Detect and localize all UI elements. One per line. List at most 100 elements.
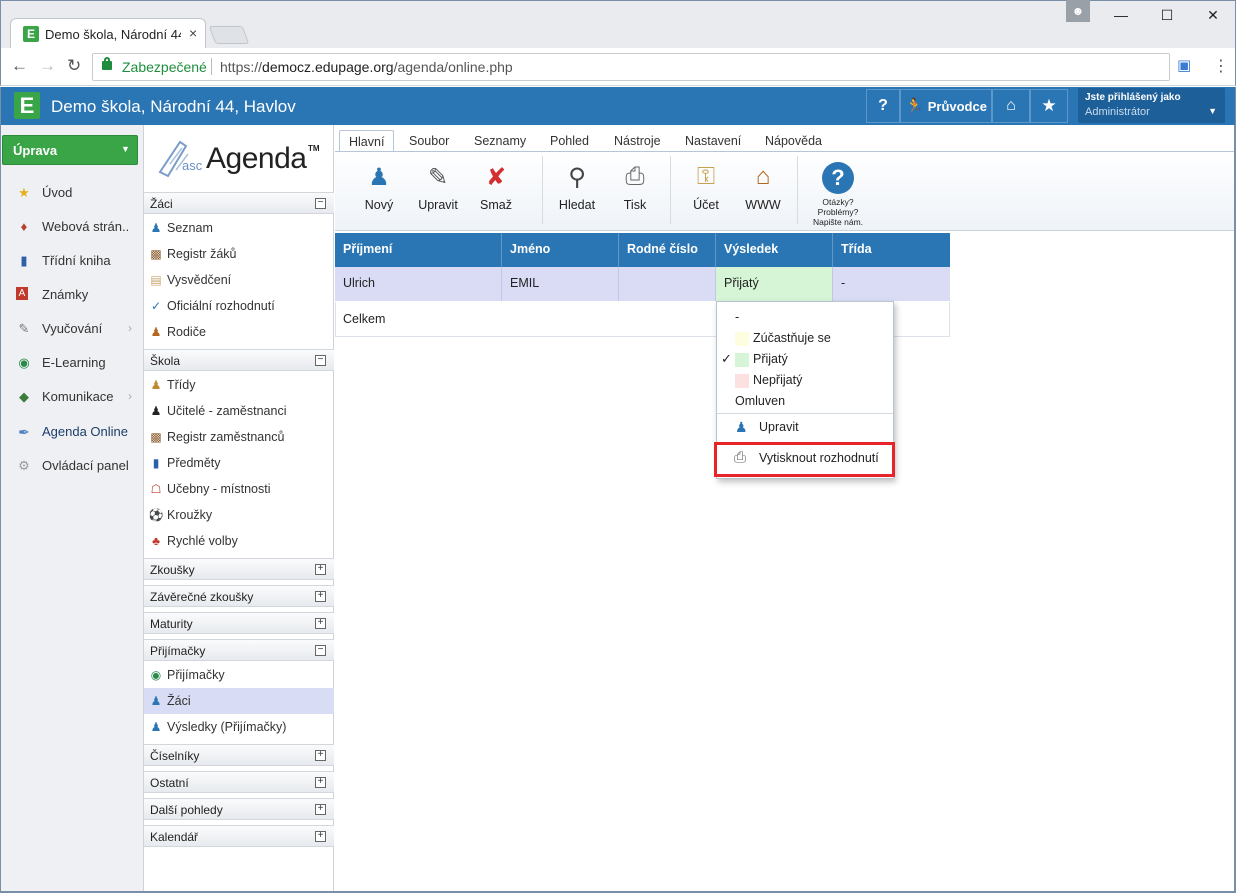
smaz-button[interactable]: ✘ Smaž: [477, 158, 515, 226]
section-kalendar[interactable]: Kalendář +: [144, 825, 334, 847]
close-window-icon[interactable]: ✕: [1190, 0, 1236, 30]
ribbon-separator: [797, 156, 798, 224]
nav-item-znamky[interactable]: A Známky: [0, 278, 142, 312]
sidebar-item-rodice[interactable]: ♟ Rodiče: [144, 319, 334, 345]
tab-close-icon[interactable]: ×: [189, 25, 197, 41]
table-cell-vysledek[interactable]: Přijatý: [716, 267, 833, 301]
tab-napoveda[interactable]: Nápověda: [765, 130, 822, 152]
expand-icon[interactable]: +: [315, 804, 326, 815]
column-header-vysledek[interactable]: Výsledek: [716, 233, 833, 267]
edupage-logo[interactable]: E: [14, 92, 40, 119]
upravit-button[interactable]: ✎ Upravit: [414, 158, 462, 226]
expand-icon[interactable]: +: [315, 591, 326, 602]
section-ostatni[interactable]: Ostatní +: [144, 771, 334, 793]
sidebar-item-ucebny[interactable]: ☖ Učebny - místnosti: [144, 476, 334, 502]
nav-item-vyucovani[interactable]: ✎ Vyučování ›: [0, 312, 142, 346]
section-zaci[interactable]: Žáci −: [144, 192, 334, 214]
nav-item-tridni-kniha[interactable]: ▮ Třídní kniha: [0, 244, 142, 278]
back-icon[interactable]: ←: [11, 56, 28, 76]
home-button[interactable]: ⌂: [992, 89, 1030, 123]
sidebar-item-rychle-volby[interactable]: ♣ Rychlé volby: [144, 528, 334, 554]
url-text[interactable]: https://democz.edupage.org/agenda/online…: [220, 59, 513, 75]
sidebar-item-krouzky[interactable]: ⚽ Kroužky: [144, 502, 334, 528]
sidebar-item-tridy[interactable]: ♟ Třídy: [144, 372, 334, 398]
menu-item-prijaty[interactable]: ✓ Přijatý: [717, 349, 893, 370]
collapse-icon[interactable]: −: [315, 198, 326, 209]
nav-item-ovladaci-panel[interactable]: ⚙ Ovládací panel: [0, 449, 142, 483]
section-maturity[interactable]: Maturity +: [144, 612, 334, 634]
sidebar-item-vysvedceni[interactable]: ▤ Vysvědčení: [144, 267, 334, 293]
minimize-icon[interactable]: —: [1098, 0, 1144, 30]
menu-item-none[interactable]: -: [717, 307, 893, 328]
expand-icon[interactable]: +: [315, 618, 326, 629]
nav-item-webova-stranka[interactable]: ♦ Webová strán...: [0, 210, 142, 244]
uprava-button[interactable]: Úprava ▼: [2, 135, 138, 165]
favorites-button[interactable]: ★: [1030, 89, 1068, 123]
table-cell-trida[interactable]: -: [833, 267, 950, 301]
expand-icon[interactable]: +: [315, 831, 326, 842]
nav-item-elearning[interactable]: ◉ E-Learning: [0, 346, 142, 380]
sidebar-item-zaci-selected[interactable]: ♟ Žáci: [144, 688, 334, 714]
collapse-icon[interactable]: −: [315, 645, 326, 656]
table-cell-jmeno[interactable]: EMIL: [502, 267, 619, 301]
user-menu[interactable]: Jste přihlášený jako Administrátor ▼: [1078, 88, 1225, 123]
sidebar-item-registr-zaku[interactable]: ▩ Registr žáků: [144, 241, 334, 267]
browser-menu-icon[interactable]: ⋮: [1213, 56, 1229, 76]
menu-item-vytisknout-rozhodnuti[interactable]: ⎙ Vytisknout rozhodnutí: [717, 445, 892, 474]
forward-icon[interactable]: →: [39, 56, 56, 76]
help-button[interactable]: ?: [866, 89, 900, 123]
tab-soubor[interactable]: Soubor: [409, 130, 449, 152]
sidebar-item-ucitele[interactable]: ♟ Učitelé - zaměstnanci: [144, 398, 334, 424]
table-cell-rodne-cislo[interactable]: [619, 267, 716, 301]
hledat-button[interactable]: ⚲ Hledat: [555, 158, 599, 226]
cast-icon[interactable]: ▣: [1177, 56, 1191, 74]
sidebar-item-oficialni-rozhodnuti[interactable]: ✓ Oficiální rozhodnutí: [144, 293, 334, 319]
sidebar-item-seznam[interactable]: ♟ Seznam: [144, 215, 334, 241]
novy-button[interactable]: ♟ Nový: [359, 158, 399, 226]
column-header-trida[interactable]: Třída: [833, 233, 950, 267]
expand-icon[interactable]: +: [315, 564, 326, 575]
section-prijimacky[interactable]: Přijímačky −: [144, 639, 334, 661]
tab-pohled[interactable]: Pohled: [550, 130, 589, 152]
section-zkousky[interactable]: Zkoušky +: [144, 558, 334, 580]
new-tab-button[interactable]: [208, 26, 250, 44]
sidebar-item-registr-zamestnancu[interactable]: ▩ Registr zaměstnanců: [144, 424, 334, 450]
section-zaverecne-zkousky[interactable]: Závěrečné zkoušky +: [144, 585, 334, 607]
menu-item-zucastnuje-se[interactable]: Zúčastňuje se: [717, 328, 893, 349]
sidebar-item-prijimacky[interactable]: ◉ Přijímačky: [144, 662, 334, 688]
column-header-rodne-cislo[interactable]: Rodné číslo: [619, 233, 716, 267]
profile-icon[interactable]: ☻: [1066, 0, 1090, 22]
maximize-icon[interactable]: ☐: [1144, 0, 1190, 30]
tab-seznamy[interactable]: Seznamy: [474, 130, 526, 152]
ucet-button[interactable]: ⚿ Účet: [686, 158, 726, 226]
column-header-jmeno[interactable]: Jméno: [502, 233, 619, 267]
nav-item-agenda-online[interactable]: ✒ Agenda Online: [0, 415, 142, 449]
guide-button[interactable]: 🏃 Průvodce: [900, 89, 992, 123]
nav-item-uvod[interactable]: ★ Úvod: [0, 176, 142, 210]
checkmark-icon: ✓: [721, 351, 732, 366]
tab-nastroje[interactable]: Nástroje: [614, 130, 661, 152]
new-person-icon: ♟: [368, 163, 390, 191]
www-button[interactable]: ⌂ WWW: [742, 158, 784, 226]
logged-in-label: Jste přihlášený jako: [1085, 92, 1181, 103]
expand-icon[interactable]: +: [315, 777, 326, 788]
section-skola[interactable]: Škola −: [144, 349, 334, 371]
browser-tab[interactable]: E Demo škola, Národní 44, ×: [10, 18, 206, 48]
sidebar-item-vysledky[interactable]: ♟ Výsledky (Přijímačky): [144, 714, 334, 740]
tisk-button[interactable]: ⎙ Tisk: [616, 158, 654, 226]
menu-item-neprijaty[interactable]: Nepřijatý: [717, 370, 893, 391]
support-button[interactable]: ? Otázky? Problémy? Napište nám.: [808, 160, 868, 228]
menu-item-omluven[interactable]: Omluven: [717, 391, 893, 412]
reload-icon[interactable]: ↻: [67, 56, 81, 76]
section-dalsi-pohledy[interactable]: Další pohledy +: [144, 798, 334, 820]
tab-nastaveni[interactable]: Nastavení: [685, 130, 741, 152]
menu-item-upravit[interactable]: ♟ Upravit: [717, 417, 893, 438]
section-ciselniky[interactable]: Číselníky +: [144, 744, 334, 766]
expand-icon[interactable]: +: [315, 750, 326, 761]
nav-item-komunikace[interactable]: ◆ Komunikace ›: [0, 380, 142, 414]
sidebar-item-predmety[interactable]: ▮ Předměty: [144, 450, 334, 476]
tab-hlavni[interactable]: Hlavní: [339, 130, 395, 152]
table-cell-prijmeni[interactable]: Ulrich: [335, 267, 502, 301]
column-header-prijmeni[interactable]: Příjmení: [335, 233, 502, 267]
collapse-icon[interactable]: −: [315, 355, 326, 366]
